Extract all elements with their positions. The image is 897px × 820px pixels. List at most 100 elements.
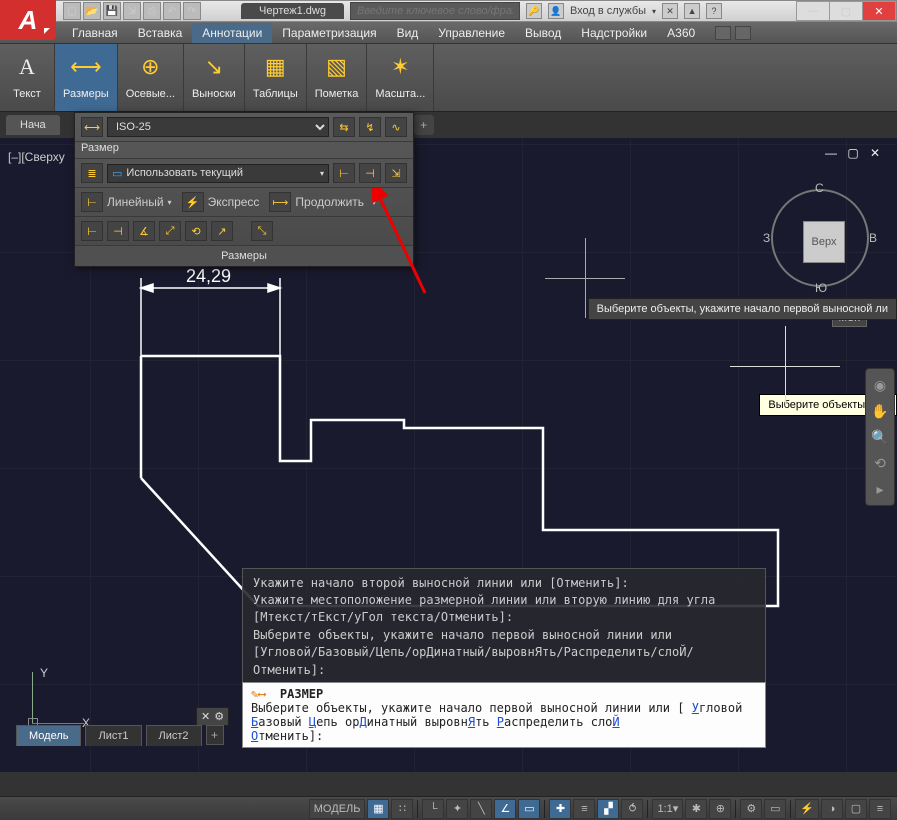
- dim-tool-3-icon[interactable]: ∡: [133, 221, 155, 241]
- maximize-button[interactable]: ▢: [829, 1, 863, 21]
- cmd-option[interactable]: слоЙ: [591, 715, 620, 729]
- dim-express-button[interactable]: Экспресс: [208, 195, 260, 209]
- dim-continue-icon[interactable]: ⊣: [359, 163, 381, 183]
- dim-break-icon[interactable]: ↯: [359, 117, 381, 137]
- status-iso-icon[interactable]: ╲: [470, 799, 492, 819]
- tab-output[interactable]: Вывод: [515, 23, 571, 43]
- command-line-handle[interactable]: ✕ ⚙: [196, 707, 229, 726]
- user-icon[interactable]: 👤: [548, 3, 564, 19]
- pan-icon[interactable]: ✋: [870, 401, 890, 421]
- ribbon-markup[interactable]: ▧ Пометка: [307, 44, 368, 111]
- status-annoscale[interactable]: 1:1 ▾: [652, 799, 683, 819]
- orbit-icon[interactable]: ⟲: [870, 453, 890, 473]
- ribbon-dimensions[interactable]: ⟷ Размеры: [55, 44, 118, 111]
- dim-linear-button[interactable]: Линейный: [107, 195, 164, 209]
- status-workspace-icon[interactable]: ⚙: [740, 799, 762, 819]
- dim-linear-icon[interactable]: ⊢: [81, 192, 103, 212]
- ribbon-text[interactable]: A Текст: [0, 44, 55, 111]
- status-transparency-icon[interactable]: ▞: [597, 799, 619, 819]
- featured-apps-icon[interactable]: [715, 26, 731, 40]
- layout-tab-1[interactable]: Лист1: [85, 725, 141, 746]
- signin-icon[interactable]: 🔑: [526, 3, 542, 19]
- saveas-icon[interactable]: ⇲: [123, 2, 141, 20]
- layer-combo[interactable]: ▭Использовать текущий ▾: [107, 164, 329, 183]
- app-menu-button[interactable]: A: [0, 0, 56, 40]
- dim-tool-1-icon[interactable]: ⊢: [81, 221, 103, 241]
- status-osnap-icon[interactable]: ∠: [494, 799, 516, 819]
- dim-tool-7-icon[interactable]: ⤡: [251, 221, 273, 241]
- zoom-extents-icon[interactable]: 🔍: [870, 427, 890, 447]
- ribbon-collapse-icon[interactable]: [735, 26, 751, 40]
- layout-tab-model[interactable]: Модель: [16, 725, 81, 746]
- status-annovis-icon[interactable]: ✱: [685, 799, 707, 819]
- dim-adjust-icon[interactable]: ⇲: [385, 163, 407, 183]
- dim-express-icon[interactable]: ⚡: [182, 192, 204, 212]
- dim-tool-5-icon[interactable]: ⟲: [185, 221, 207, 241]
- cmd-option[interactable]: Цепь: [309, 715, 338, 729]
- tab-a360[interactable]: A360: [657, 23, 705, 43]
- print-icon[interactable]: ⎙: [143, 2, 161, 20]
- status-grid-icon[interactable]: ▦: [367, 799, 389, 819]
- showmotion-icon[interactable]: ▸: [870, 479, 890, 499]
- undo-icon[interactable]: ↶: [163, 2, 181, 20]
- layout-tab-add[interactable]: +: [206, 725, 224, 745]
- status-model[interactable]: МОДЕЛЬ: [309, 799, 366, 819]
- dim-tool-2-icon[interactable]: ⊣: [107, 221, 129, 241]
- status-otrack-icon[interactable]: ▭: [518, 799, 540, 819]
- ribbon-centerlines[interactable]: ⊕ Осевые...: [118, 44, 184, 111]
- command-line[interactable]: ✎⟷ РАЗМЕР Выберите объекты, укажите нача…: [242, 682, 766, 748]
- help-icon[interactable]: ?: [706, 3, 722, 19]
- layout-tab-2[interactable]: Лист2: [146, 725, 202, 746]
- status-dyninput-icon[interactable]: ✚: [549, 799, 571, 819]
- cmd-option[interactable]: выровнЯть: [424, 715, 489, 729]
- tab-insert[interactable]: Вставка: [128, 23, 193, 43]
- ribbon-tables[interactable]: ▦ Таблицы: [245, 44, 307, 111]
- file-tab-start[interactable]: Нача: [6, 115, 60, 135]
- close-button[interactable]: ✕: [862, 1, 896, 21]
- minimize-button[interactable]: —: [796, 1, 830, 21]
- cmd-option[interactable]: орДинатный: [345, 715, 417, 729]
- status-monitor-icon[interactable]: ▭: [764, 799, 786, 819]
- cmd-option[interactable]: Угловой: [692, 701, 743, 715]
- ribbon-scale[interactable]: ✶ Масшта...: [367, 44, 434, 111]
- dim-continue-btn-icon[interactable]: ⟼: [269, 192, 291, 212]
- file-tab-add[interactable]: +: [414, 115, 434, 135]
- tab-home[interactable]: Главная: [62, 23, 128, 43]
- status-ortho-icon[interactable]: └: [422, 799, 444, 819]
- save-icon[interactable]: 💾: [103, 2, 121, 20]
- search-input[interactable]: [350, 2, 520, 20]
- status-snap-icon[interactable]: ∷: [391, 799, 413, 819]
- cmd-option[interactable]: Базовый: [251, 715, 302, 729]
- status-lineweight-icon[interactable]: ≡: [573, 799, 595, 819]
- dim-tool-6-icon[interactable]: ↗: [211, 221, 233, 241]
- new-icon[interactable]: ▢: [63, 2, 81, 20]
- exchange-icon[interactable]: ✕: [662, 3, 678, 19]
- dim-tool-4-icon[interactable]: ⤢: [159, 221, 181, 241]
- tab-manage[interactable]: Управление: [428, 23, 515, 43]
- app-store-icon[interactable]: ▲: [684, 3, 700, 19]
- steering-wheel-icon[interactable]: ◉: [870, 375, 890, 395]
- tab-parametric[interactable]: Параметризация: [272, 23, 386, 43]
- status-hardware-icon[interactable]: ⚡: [795, 799, 819, 819]
- ribbon-leaders[interactable]: ↘ Выноски: [184, 44, 245, 111]
- dim-style-icon[interactable]: ⟷: [81, 117, 103, 137]
- cmd-close-icon[interactable]: ✕: [201, 710, 210, 723]
- status-cleanscreen-icon[interactable]: ▢: [845, 799, 867, 819]
- status-isolate-icon[interactable]: ◑: [821, 799, 843, 819]
- dim-inspect-icon[interactable]: ∿: [385, 117, 407, 137]
- cmd-options-icon[interactable]: ⚙: [214, 710, 224, 723]
- dim-continue-button[interactable]: Продолжить: [295, 195, 364, 209]
- layer-icon[interactable]: ≣: [81, 163, 103, 183]
- tab-annotate[interactable]: Аннотации: [192, 23, 272, 43]
- dim-style-combo[interactable]: ISO-25: [107, 117, 329, 137]
- status-customize-icon[interactable]: ≡: [869, 799, 891, 819]
- cmd-option[interactable]: Отменить: [251, 729, 309, 743]
- signin-label[interactable]: Вход в службы: [570, 5, 646, 17]
- status-polar-icon[interactable]: ✦: [446, 799, 468, 819]
- dim-update-icon[interactable]: ⇆: [333, 117, 355, 137]
- status-cycling-icon[interactable]: ⥀: [621, 799, 643, 819]
- open-icon[interactable]: 📂: [83, 2, 101, 20]
- status-annauto-icon[interactable]: ⊕: [709, 799, 731, 819]
- redo-icon[interactable]: ↷: [183, 2, 201, 20]
- dim-baseline-icon[interactable]: ⊢: [333, 163, 355, 183]
